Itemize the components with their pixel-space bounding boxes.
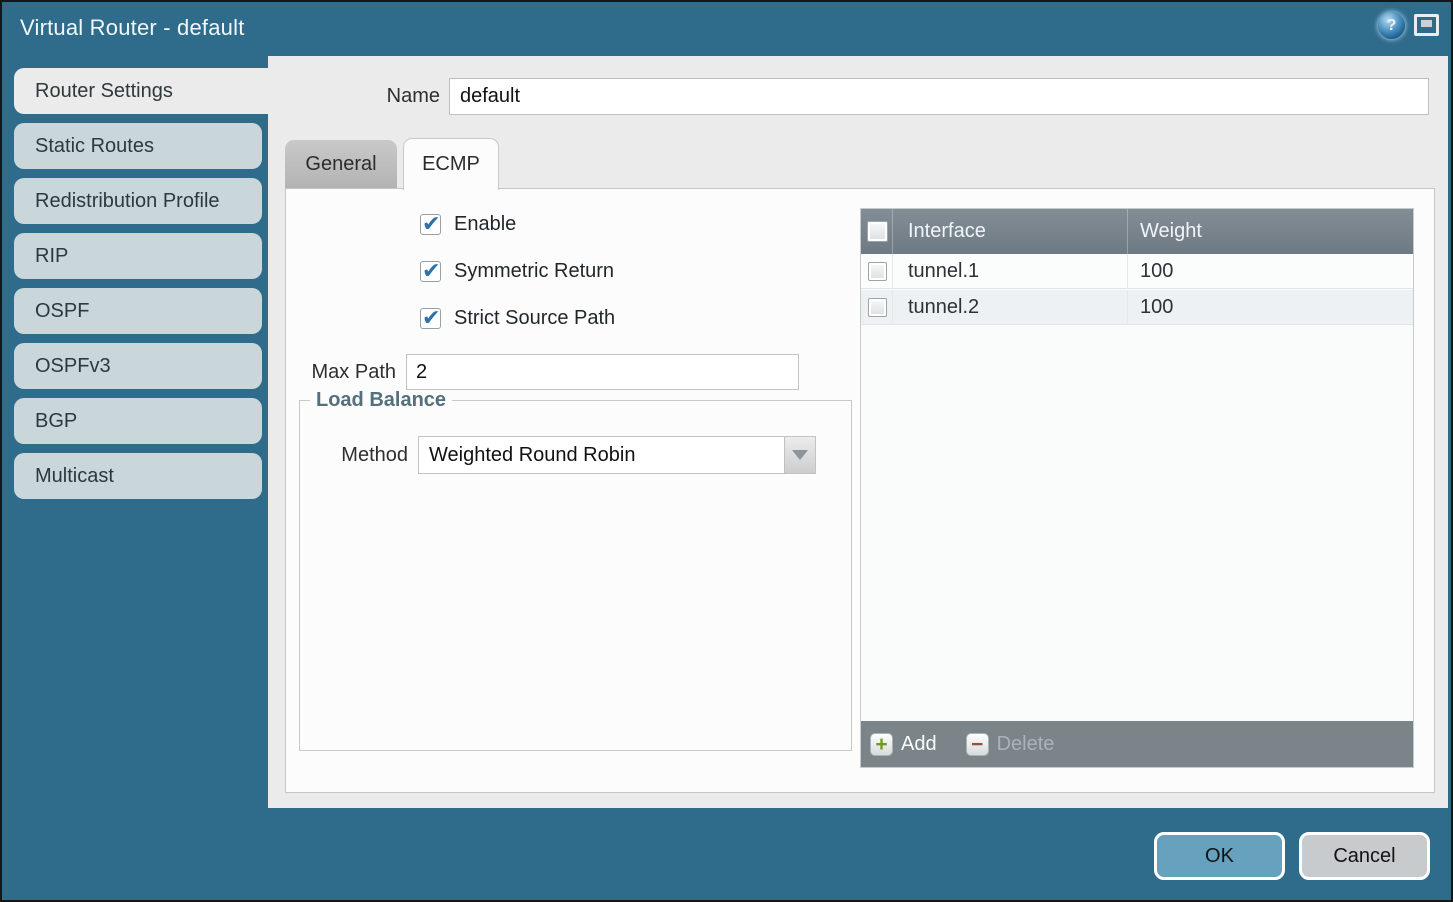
method-value: Weighted Round Robin [429,437,635,473]
sidebar-item-router-settings[interactable]: Router Settings [14,68,270,114]
restore-window-icon[interactable] [1414,14,1439,36]
cell-divider [1127,290,1128,325]
ecmp-panel: Enable Symmetric Return Strict Source Pa… [285,188,1435,793]
virtual-router-dialog: Virtual Router - default ? Router Settin… [0,0,1453,902]
sidebar-item-multicast[interactable]: Multicast [14,453,262,499]
column-divider [1127,209,1128,254]
enable-checkbox[interactable] [420,214,441,235]
method-row: Method Weighted Round Robin [300,436,851,474]
sidebar-item-static-routes[interactable]: Static Routes [14,123,262,169]
sidebar-item-ospfv3[interactable]: OSPFv3 [14,343,262,389]
interface-cell: tunnel.1 [908,254,979,289]
sidebar: Router Settings Static Routes Redistribu… [2,56,268,900]
load-balance-title: Load Balance [310,389,452,412]
method-label: Method [300,436,408,474]
sidebar-item-bgp[interactable]: BGP [14,398,262,444]
sidebar-item-redistribution-profile[interactable]: Redistribution Profile [14,178,262,224]
help-icon[interactable]: ? [1378,12,1405,39]
dialog-title: Virtual Router - default [20,15,245,41]
minus-icon: − [966,733,989,756]
select-all-checkbox[interactable] [867,221,888,242]
interface-table: Interface Weight tunnel.1 100 tunnel.2 1… [860,208,1414,768]
row-checkbox[interactable] [868,298,887,317]
cell-divider [892,254,893,289]
strict-source-path-option: Strict Source Path [420,307,615,330]
delete-button[interactable]: − Delete [966,733,1055,756]
interface-column-header[interactable]: Interface [908,209,986,254]
chevron-down-icon [792,450,808,460]
name-label: Name [268,78,440,115]
load-balance-group: Load Balance Method Weighted Round Robin [299,389,852,751]
ok-button[interactable]: OK [1154,832,1285,880]
weight-cell: 100 [1140,290,1173,325]
weight-column-header[interactable]: Weight [1140,209,1202,254]
tab-ecmp[interactable]: ECMP [403,138,499,190]
cell-divider [1127,254,1128,289]
sidebar-item-rip[interactable]: RIP [14,233,262,279]
max-path-label: Max Path [286,354,396,391]
symmetric-return-option: Symmetric Return [420,260,614,283]
symmetric-return-label: Symmetric Return [454,260,614,283]
strict-source-path-label: Strict Source Path [454,307,615,330]
cell-divider [892,290,893,325]
table-row-tunnel2[interactable]: tunnel.2 100 [861,290,1413,325]
titlebar: Virtual Router - default ? [2,2,1451,56]
table-footer: + Add − Delete [861,721,1413,767]
weight-cell: 100 [1140,254,1173,289]
interface-cell: tunnel.2 [908,290,979,325]
plus-icon: + [870,733,893,756]
sidebar-item-ospf[interactable]: OSPF [14,288,262,334]
add-label: Add [901,733,937,756]
column-divider [892,209,893,254]
dropdown-arrow-button[interactable] [784,437,815,473]
name-input[interactable] [449,78,1429,115]
help-glyph: ? [1387,17,1397,35]
row-checkbox[interactable] [868,262,887,281]
enable-option: Enable [420,213,516,236]
tab-general[interactable]: General [285,140,397,188]
symmetric-return-checkbox[interactable] [420,261,441,282]
max-path-input[interactable] [406,354,799,390]
table-row-tunnel1[interactable]: tunnel.1 100 [861,254,1413,289]
add-button[interactable]: + Add [870,733,937,756]
strict-source-path-checkbox[interactable] [420,308,441,329]
enable-label: Enable [454,213,516,236]
content-area: Name General ECMP Enable Symmetric Retur… [268,56,1448,808]
delete-label: Delete [997,733,1055,756]
table-header: Interface Weight [861,209,1413,254]
method-dropdown[interactable]: Weighted Round Robin [418,436,816,474]
restore-inner-shape [1421,20,1432,27]
cancel-button[interactable]: Cancel [1299,832,1430,880]
